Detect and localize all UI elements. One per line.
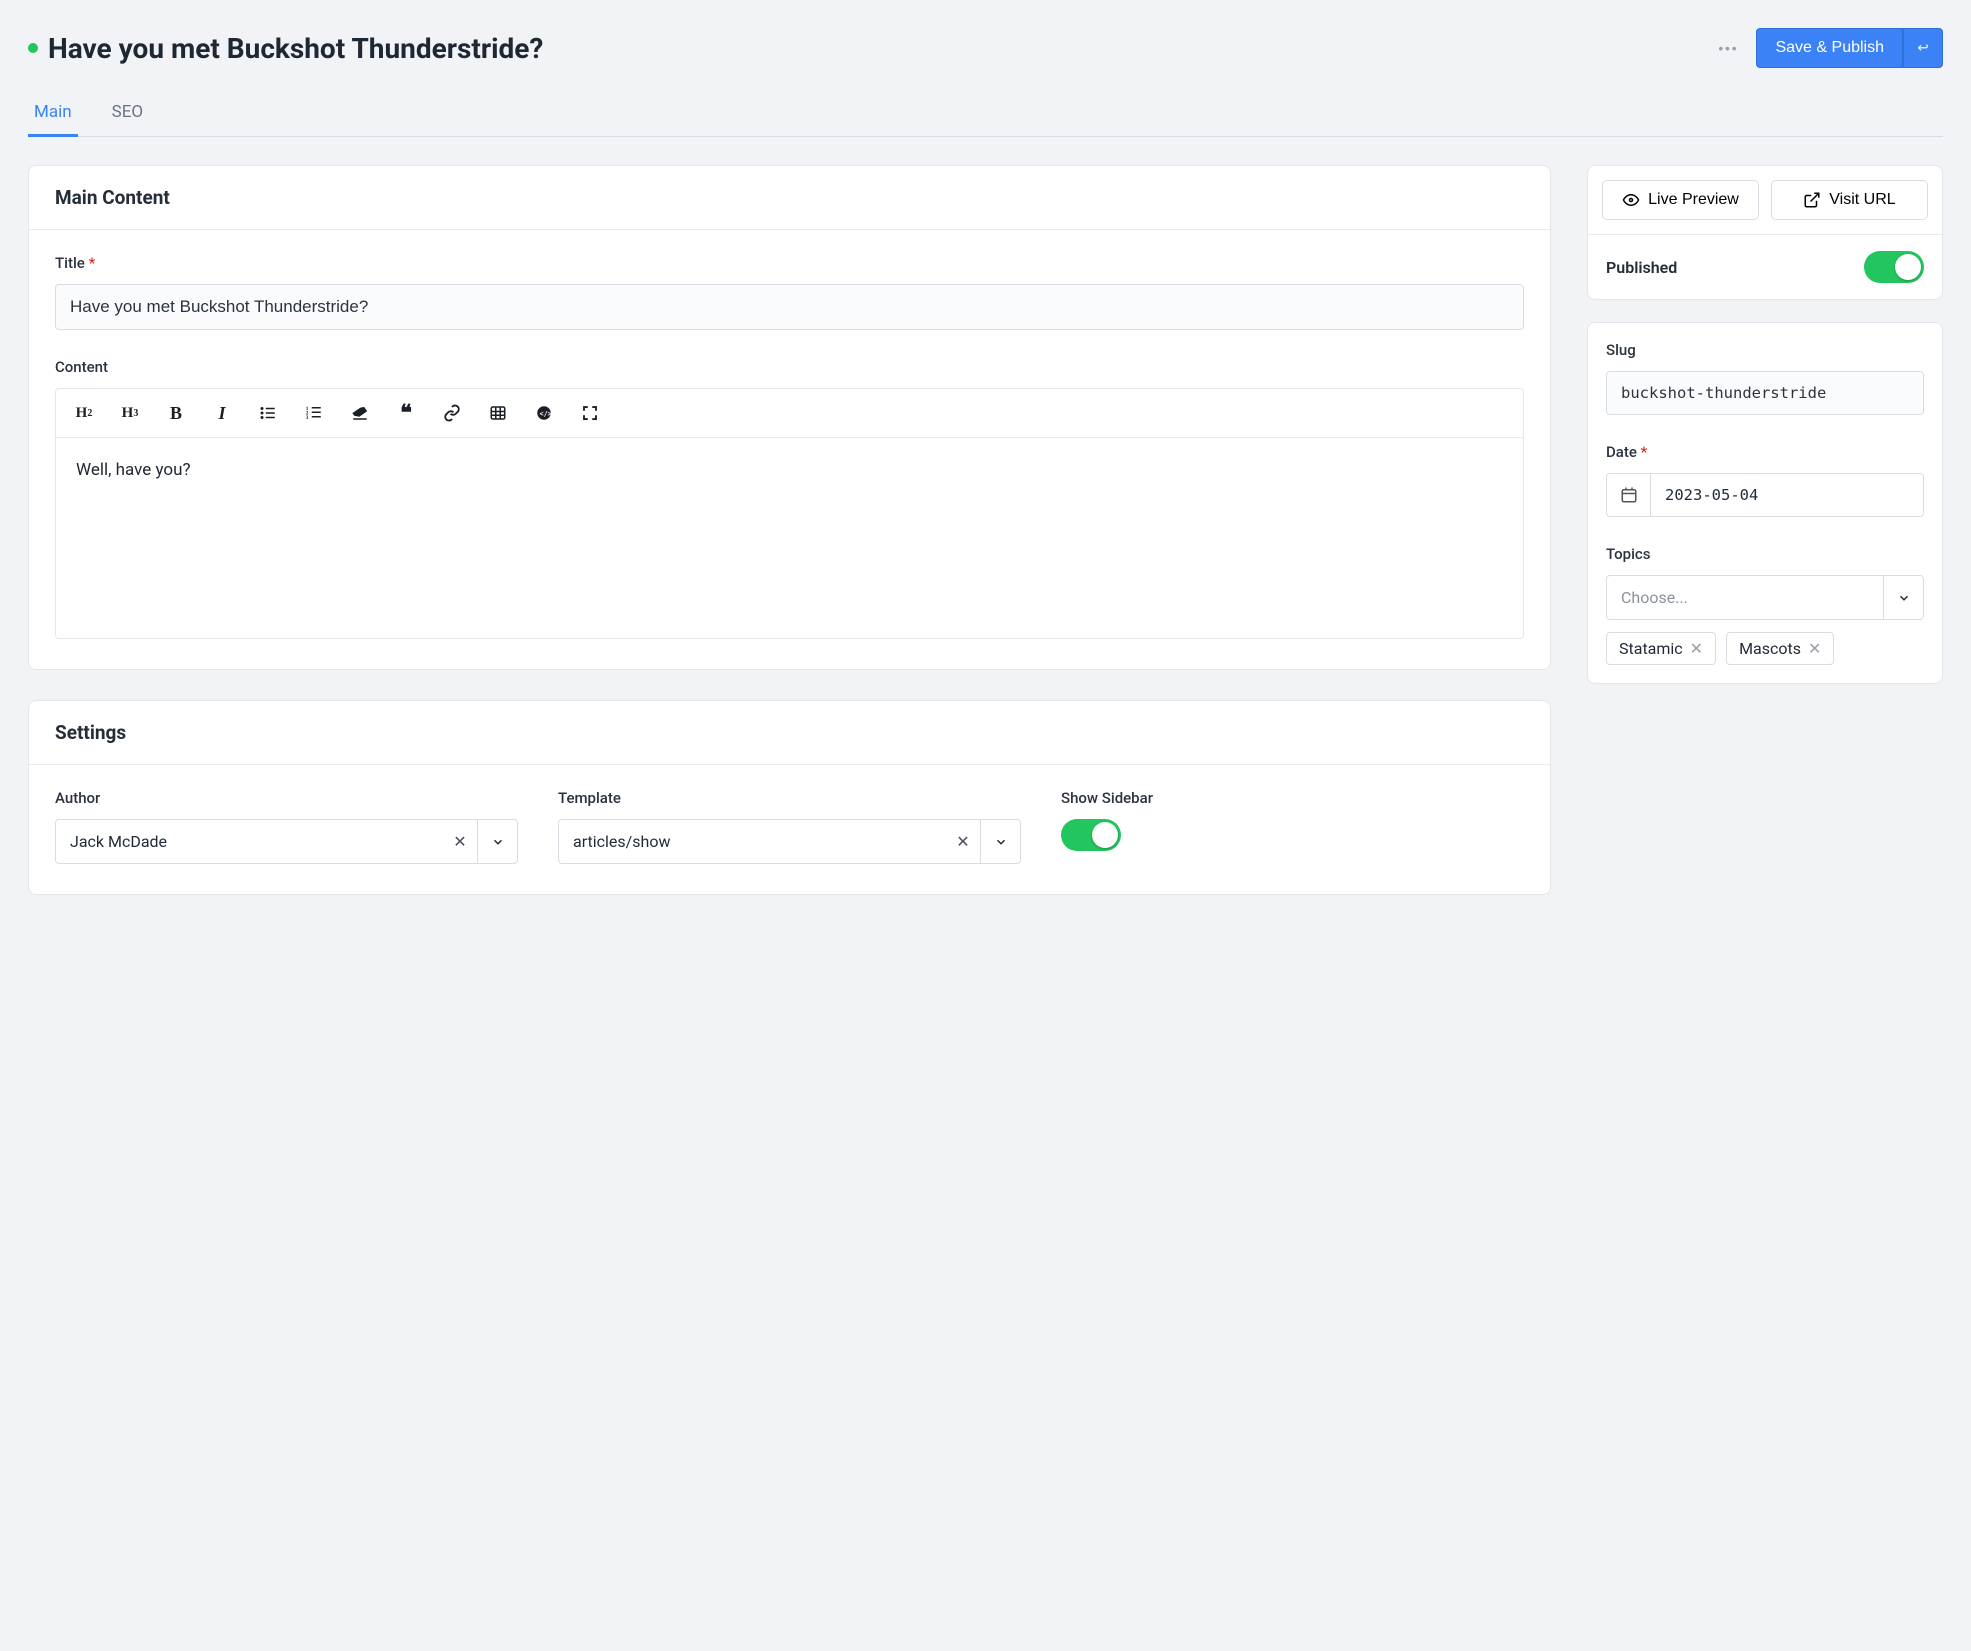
slug-input[interactable] [1606, 371, 1924, 415]
bullet-list-button[interactable] [254, 399, 282, 427]
publish-card: Live Preview Visit URL Published [1587, 165, 1943, 300]
date-input[interactable]: 2023-05-04 [1606, 473, 1924, 517]
template-value: articles/show [559, 820, 946, 863]
show-sidebar-toggle[interactable] [1061, 819, 1121, 851]
editor-body[interactable]: Well, have you? [56, 438, 1523, 638]
external-link-icon [1803, 191, 1821, 209]
settings-card: Settings Author Jack McDade ✕ [28, 700, 1551, 895]
blockquote-button[interactable]: ❝ [392, 399, 420, 427]
main-content-header: Main Content [29, 166, 1550, 230]
editor-toolbar: H2 H3 B I 123 [56, 389, 1523, 438]
topics-dropdown-button[interactable] [1883, 576, 1923, 619]
remove-topic-button[interactable]: ✕ [1808, 639, 1821, 658]
live-preview-button[interactable]: Live Preview [1602, 180, 1759, 220]
eye-refresh-icon [1622, 191, 1640, 209]
tabs: Main SEO [28, 94, 1943, 137]
date-value: 2023-05-04 [1651, 474, 1923, 516]
published-label: Published [1606, 258, 1677, 277]
eraser-button[interactable] [346, 399, 374, 427]
link-button[interactable] [438, 399, 466, 427]
fullscreen-button[interactable] [576, 399, 604, 427]
calendar-icon [1607, 474, 1651, 516]
date-label: Date * [1606, 443, 1924, 461]
author-select[interactable]: Jack McDade ✕ [55, 819, 518, 864]
toggle-knob [1092, 822, 1118, 848]
h2-button[interactable]: H2 [70, 399, 98, 427]
tab-seo[interactable]: SEO [106, 94, 149, 136]
title-input[interactable] [55, 284, 1524, 330]
author-label: Author [55, 789, 518, 807]
show-sidebar-label: Show Sidebar [1061, 789, 1524, 807]
page-title: Have you met Buckshot Thunderstride? [48, 32, 543, 65]
topics-select[interactable]: Choose... [1606, 575, 1924, 620]
bold-button[interactable]: B [162, 399, 190, 427]
topics-label: Topics [1606, 545, 1924, 563]
table-button[interactable] [484, 399, 512, 427]
topic-chip: Statamic ✕ [1606, 632, 1716, 665]
main-content-card: Main Content Title * Content H2 H3 B [28, 165, 1551, 670]
toggle-knob [1895, 254, 1921, 280]
settings-header: Settings [29, 701, 1550, 765]
template-select[interactable]: articles/show ✕ [558, 819, 1021, 864]
remove-topic-button[interactable]: ✕ [1690, 639, 1703, 658]
tab-main[interactable]: Main [28, 94, 78, 137]
topics-placeholder: Choose... [1607, 576, 1883, 619]
topic-chip: Mascots ✕ [1726, 632, 1834, 665]
status-dot [28, 43, 38, 53]
author-value: Jack McDade [56, 820, 443, 863]
meta-card: Slug Date * 2023-05-04 Topics [1587, 322, 1943, 684]
content-editor: H2 H3 B I 123 [55, 388, 1524, 639]
save-options-button[interactable]: ↩ [1903, 28, 1943, 68]
author-clear-button[interactable]: ✕ [443, 820, 477, 863]
template-clear-button[interactable]: ✕ [946, 820, 980, 863]
published-toggle[interactable] [1864, 251, 1924, 283]
slug-label: Slug [1606, 341, 1924, 359]
visit-url-button[interactable]: Visit URL [1771, 180, 1928, 220]
ordered-list-button[interactable]: 123 [300, 399, 328, 427]
svg-text:3: 3 [306, 415, 309, 421]
more-actions-button[interactable]: ••• [1714, 37, 1742, 60]
svg-text:</>: </> [540, 410, 552, 418]
return-icon: ↩ [1917, 40, 1928, 56]
save-publish-button[interactable]: Save & Publish [1756, 28, 1903, 68]
italic-button[interactable]: I [208, 399, 236, 427]
title-label: Title * [55, 254, 1524, 272]
author-dropdown-button[interactable] [477, 820, 517, 863]
template-dropdown-button[interactable] [980, 820, 1020, 863]
template-label: Template [558, 789, 1021, 807]
code-button[interactable]: </> [530, 399, 558, 427]
h3-button[interactable]: H3 [116, 399, 144, 427]
content-label: Content [55, 358, 1524, 376]
